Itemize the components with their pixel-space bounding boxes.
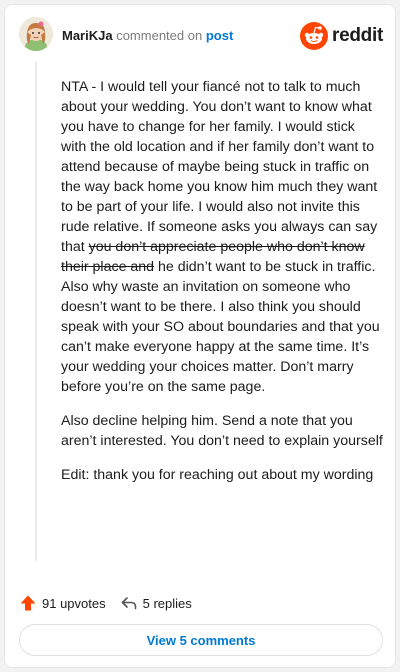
thread-line[interactable] — [35, 61, 37, 561]
post-link[interactable]: post — [206, 28, 233, 43]
comment-paragraph-3: Edit: thank you for reaching out about m… — [61, 467, 374, 483]
comment-paragraph-1: NTA - I would tell your fiancé not to ta… — [61, 77, 383, 397]
comment-actions: 91 upvotes 5 replies — [19, 591, 206, 615]
reply-count: 5 replies — [142, 595, 192, 611]
upvote-count: 91 upvotes — [42, 595, 106, 611]
avatar[interactable] — [19, 17, 53, 51]
reddit-brand[interactable]: reddit — [300, 21, 383, 51]
avatar-image — [19, 17, 53, 51]
upvote-button[interactable]: 91 upvotes — [19, 594, 106, 612]
reply-arrow-icon — [121, 597, 136, 610]
comment-card: MariKJa commented on post reddit NTA - I… — [4, 4, 396, 668]
comment-text: he didn’t want to be stuck in traffic. A… — [61, 259, 380, 395]
reddit-wordmark: reddit — [332, 25, 383, 46]
reply-button[interactable]: 5 replies — [120, 594, 192, 612]
comment-body: NTA - I would tell your fiancé not to ta… — [61, 77, 383, 499]
comment-text: NTA - I would tell your fiancé not to ta… — [61, 79, 378, 255]
comment-meta: MariKJa commented on post — [62, 28, 233, 44]
reddit-snoo-icon — [300, 22, 329, 50]
comment-paragraph-2: Also decline helping him. Send a note th… — [61, 413, 383, 449]
meta-action-text: commented on — [116, 28, 203, 43]
comment-header: MariKJa commented on post reddit — [5, 5, 395, 69]
upvote-arrow-icon — [20, 595, 36, 611]
view-comments-button[interactable]: View 5 comments — [19, 624, 383, 656]
username[interactable]: MariKJa — [62, 28, 113, 43]
